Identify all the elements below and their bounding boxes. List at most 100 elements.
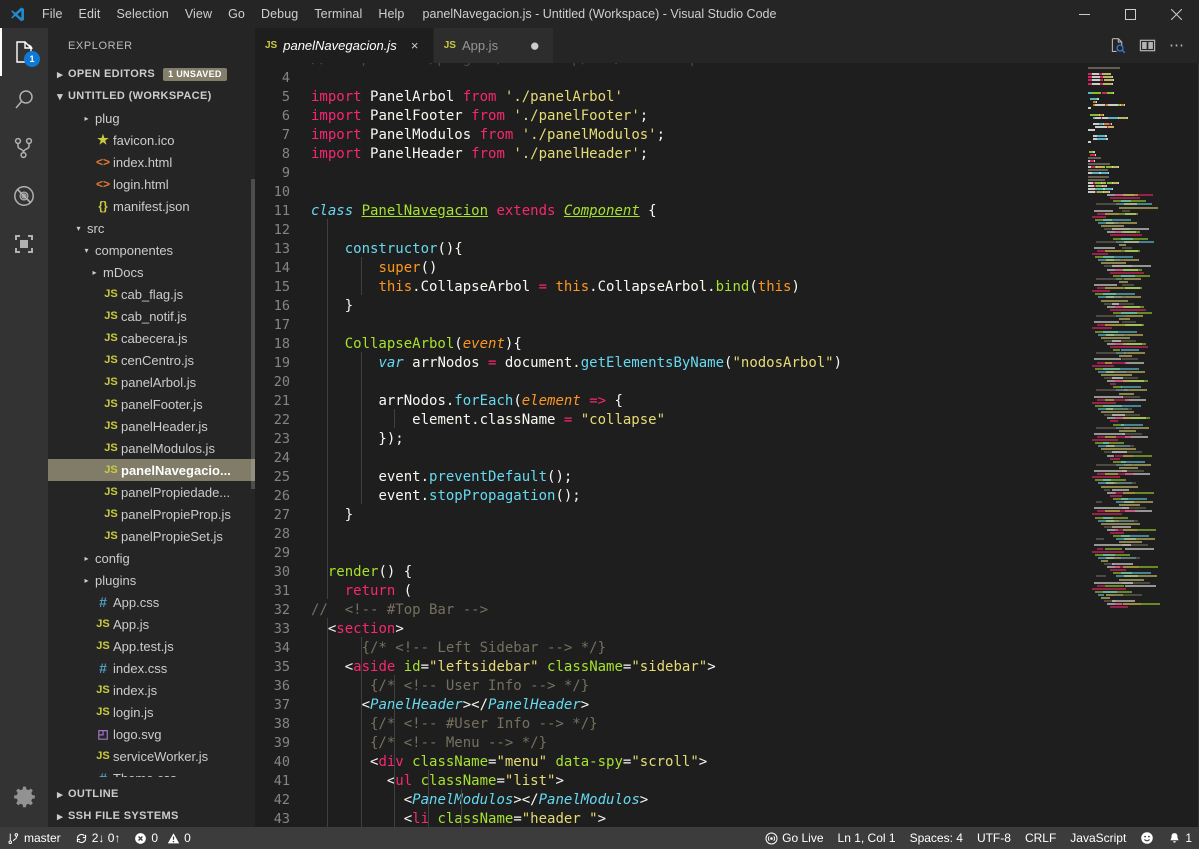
activity-item-extensions[interactable] [0, 220, 48, 268]
menu-help[interactable]: Help [370, 0, 412, 28]
code-editor[interactable]: 3// import '../plugins/bootstrap/css/boo… [255, 63, 1199, 827]
line-content[interactable]: event.stopPropagation(); [311, 487, 581, 506]
line-content[interactable]: import PanelArbol from './panelArbol' [311, 88, 623, 107]
menu-view[interactable]: View [177, 0, 220, 28]
tab-panelNavegacion-js[interactable]: JS panelNavegacion.js × [255, 28, 434, 63]
menu-edit[interactable]: Edit [71, 0, 109, 28]
line-content[interactable]: import PanelModulos from './panelModulos… [311, 126, 665, 145]
code-viewport[interactable]: 3// import '../plugins/bootstrap/css/boo… [255, 63, 1086, 827]
line-content[interactable] [311, 373, 319, 392]
status-feedback[interactable] [1133, 827, 1161, 849]
activity-item-search[interactable] [0, 76, 48, 124]
close-button[interactable] [1153, 0, 1199, 28]
menu-debug[interactable]: Debug [253, 0, 306, 28]
line-content[interactable] [311, 69, 319, 88]
file-tree-item[interactable]: ▾componentes [48, 239, 255, 261]
file-tree-item[interactable]: ★favicon.ico [48, 129, 255, 151]
more-actions-icon[interactable]: ⋯ [1163, 32, 1191, 60]
line-content[interactable]: <ul className="list"> [311, 772, 564, 791]
file-tree-item[interactable]: JSlogin.js [48, 701, 255, 723]
chevron-right-icon[interactable]: ▸ [80, 576, 93, 585]
status-indentation[interactable]: Spaces: 4 [903, 827, 970, 849]
file-tree-item[interactable]: JScab_notif.js [48, 305, 255, 327]
file-tree-item[interactable]: JSpanelArbol.js [48, 371, 255, 393]
editor-minimap[interactable] [1086, 63, 1199, 827]
line-content[interactable]: } [311, 506, 353, 525]
line-content[interactable]: <PanelHeader></PanelHeader> [311, 696, 589, 715]
line-content[interactable] [311, 316, 319, 335]
status-cursor-position[interactable]: Ln 1, Col 1 [831, 827, 903, 849]
section-outline[interactable]: ▸ OUTLINE [48, 783, 255, 805]
file-tree-item[interactable]: JSApp.test.js [48, 635, 255, 657]
file-tree-item[interactable]: JSApp.js [48, 613, 255, 635]
line-content[interactable]: this.CollapseArbol = this.CollapseArbol.… [311, 278, 800, 297]
line-content[interactable]: {/* <!-- User Info --> */} [311, 677, 589, 696]
file-tree-item[interactable]: JSpanelPropieSet.js [48, 525, 255, 547]
activity-item-debug[interactable] [0, 172, 48, 220]
line-content[interactable]: element.className = "collapse" [311, 411, 665, 430]
file-tree-item[interactable]: JScabecera.js [48, 327, 255, 349]
line-content[interactable]: class PanelNavegacion extends Component … [311, 202, 657, 221]
line-content[interactable]: } [311, 297, 353, 316]
line-content[interactable]: <section> [311, 620, 404, 639]
line-content[interactable]: import PanelHeader from './panelHeader'; [311, 145, 648, 164]
line-content[interactable]: arrNodos.forEach(element => { [311, 392, 623, 411]
file-tree-item[interactable]: JSpanelHeader.js [48, 415, 255, 437]
line-content[interactable]: import PanelFooter from './panelFooter'; [311, 107, 648, 126]
line-content[interactable]: // import '../plugins/bootstrap/css/boot… [311, 63, 741, 69]
file-tree-item[interactable]: JSpanelPropieProp.js [48, 503, 255, 525]
file-tree-item[interactable]: JScenCentro.js [48, 349, 255, 371]
line-content[interactable]: CollapseArbol(event){ [311, 335, 522, 354]
file-tree-item[interactable]: ▾src [48, 217, 255, 239]
status-problems[interactable]: 0 0 [127, 827, 197, 849]
line-content[interactable]: var arrNodos = document.getElementsByNam… [311, 354, 842, 373]
menu-bar[interactable]: File Edit Selection View Go Debug Termin… [34, 0, 412, 28]
file-tree-item[interactable]: ◰logo.svg [48, 723, 255, 745]
tab-close-icon[interactable]: × [407, 38, 423, 54]
line-content[interactable] [311, 525, 319, 544]
activity-item-explorer[interactable]: 1 [0, 28, 48, 76]
line-content[interactable]: <li className="header "> [311, 810, 606, 827]
file-tree-item[interactable]: JScab_flag.js [48, 283, 255, 305]
tab-dirty-indicator-icon[interactable]: ● [527, 38, 543, 54]
maximize-button[interactable] [1107, 0, 1153, 28]
chevron-right-icon[interactable]: ▸ [80, 114, 93, 123]
line-content[interactable]: constructor(){ [311, 240, 463, 259]
file-tree-item[interactable]: JSpanelModulos.js [48, 437, 255, 459]
activity-item-settings[interactable] [0, 773, 48, 821]
tab-App-js[interactable]: JS App.js ● [434, 28, 554, 63]
chevron-right-icon[interactable]: ▸ [80, 554, 93, 563]
section-workspace[interactable]: ▾ UNTITLED (WORKSPACE) [48, 85, 255, 107]
line-content[interactable]: <div className="menu" data-spy="scroll"> [311, 753, 707, 772]
status-notifications[interactable]: 1 [1161, 827, 1199, 849]
file-tree-item[interactable]: ▸plug [48, 107, 255, 129]
line-content[interactable] [311, 449, 319, 468]
status-go-live[interactable]: Go Live [758, 827, 830, 849]
status-eol[interactable]: CRLF [1018, 827, 1063, 849]
line-content[interactable]: }); [311, 430, 404, 449]
line-content[interactable]: // <!-- #Top Bar --> [311, 601, 488, 620]
file-tree-item[interactable]: <>index.html [48, 151, 255, 173]
split-editor-icon[interactable] [1133, 32, 1161, 60]
line-content[interactable] [311, 164, 319, 183]
line-content[interactable]: {/* <!-- #User Info --> */} [311, 715, 598, 734]
chevron-down-icon[interactable]: ▾ [72, 224, 85, 233]
line-content[interactable]: event.preventDefault(); [311, 468, 572, 487]
section-open-editors[interactable]: ▸ OPEN EDITORS 1 UNSAVED [48, 63, 255, 85]
file-tree-item[interactable]: #App.css [48, 591, 255, 613]
status-git-sync[interactable]: 2↓ 0↑ [68, 827, 128, 849]
line-content[interactable] [311, 183, 319, 202]
open-changes-icon[interactable] [1103, 32, 1131, 60]
line-content[interactable]: return ( [311, 582, 412, 601]
file-tree-item-selected[interactable]: JSpanelNavegacio... [48, 459, 255, 481]
file-tree[interactable]: ▸plug ★favicon.ico <>index.html <>login.… [48, 107, 255, 783]
file-tree-item[interactable]: {}manifest.json [48, 195, 255, 217]
menu-selection[interactable]: Selection [109, 0, 177, 28]
status-encoding[interactable]: UTF-8 [970, 827, 1018, 849]
line-content[interactable]: super() [311, 259, 437, 278]
status-git-branch[interactable]: master [0, 827, 68, 849]
line-content[interactable] [311, 544, 319, 563]
activity-item-source-control[interactable] [0, 124, 48, 172]
menu-go[interactable]: Go [220, 0, 253, 28]
file-tree-item[interactable]: JSserviceWorker.js [48, 745, 255, 767]
